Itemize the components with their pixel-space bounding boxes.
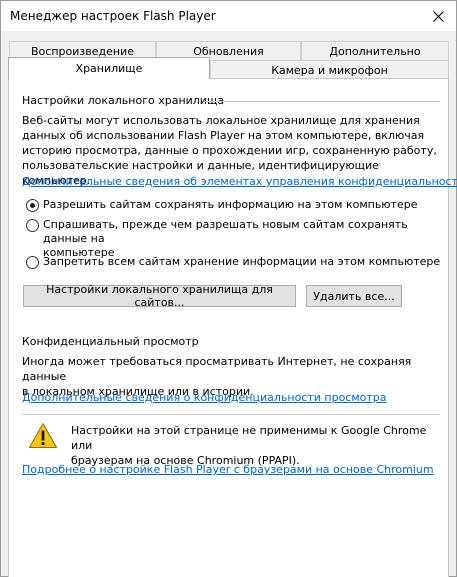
tab-camera-mic[interactable]: Камера и микрофон: [210, 60, 449, 79]
description-line: данных об использовании Flash Player на …: [22, 129, 425, 142]
radio-block-all[interactable]: Запретить всем сайтам хранение информаци…: [26, 255, 440, 269]
radio-button[interactable]: [26, 219, 39, 232]
site-storage-settings-button[interactable]: Настройки локального хранилища для сайто…: [23, 283, 296, 309]
tab-advanced[interactable]: Дополнительно: [301, 41, 449, 60]
tab-label: Воспроизведение: [31, 44, 134, 58]
chrome-notice-text: Настройки на этой странице не применимы …: [71, 423, 441, 468]
title-bar[interactable]: Менеджер настроек Flash Player: [1, 1, 456, 31]
chromium-info-link[interactable]: Подробнее о настройке Flash Player с бра…: [22, 463, 434, 476]
tab-label: Хранилище: [75, 62, 143, 75]
window-title: Менеджер настроек Flash Player: [10, 9, 216, 23]
local-storage-heading: Настройки локального хранилища: [22, 94, 225, 107]
private-browsing-link[interactable]: Дополнительные сведения о конфиденциальн…: [22, 391, 387, 404]
close-icon: [432, 10, 444, 22]
storage-panel: Настройки локального хранилища Веб-сайты…: [8, 78, 457, 577]
radio-label: Спрашивать, прежде чем разрешать новым с…: [43, 218, 448, 260]
description-line: историю просмотра, данные о прохождении …: [22, 144, 437, 157]
privacy-controls-link[interactable]: Дополнительные сведения об элементах упр…: [22, 175, 457, 188]
flash-settings-window: Менеджер настроек Flash Player Воспроизв…: [0, 0, 457, 577]
radio-button[interactable]: [26, 256, 39, 269]
description-line: Иногда может требоваться просматривать И…: [22, 355, 412, 383]
section-divider: [204, 101, 440, 102]
tab-label: Обновления: [193, 44, 264, 58]
section-divider: [22, 414, 440, 415]
description-line: Веб-сайты могут использовать локальное х…: [22, 114, 420, 127]
tab-label: Камера и микрофон: [271, 63, 388, 77]
private-browsing-heading: Конфиденциальный просмотр: [22, 335, 199, 348]
radio-button-checked[interactable]: [26, 199, 39, 212]
notice-line: Настройки на этой странице не применимы …: [71, 424, 427, 452]
radio-allow-sites[interactable]: Разрешить сайтам сохранять информацию на…: [26, 198, 417, 212]
warning-icon: [29, 423, 57, 448]
close-button[interactable]: [420, 1, 456, 31]
tab-label: Дополнительно: [329, 44, 421, 58]
radio-label: Разрешить сайтам сохранять информацию на…: [43, 198, 418, 211]
radio-label: Запретить всем сайтам хранение информаци…: [43, 255, 441, 268]
tab-storage[interactable]: Хранилище: [8, 57, 210, 79]
radio-label-line: Спрашивать, прежде чем разрешать новым с…: [43, 218, 408, 245]
radio-ask-before[interactable]: Спрашивать, прежде чем разрешать новым с…: [26, 218, 448, 260]
dialog-body: Воспроизведение Обновления Дополнительно…: [1, 31, 457, 577]
delete-all-button[interactable]: Удалить все...: [306, 285, 402, 307]
